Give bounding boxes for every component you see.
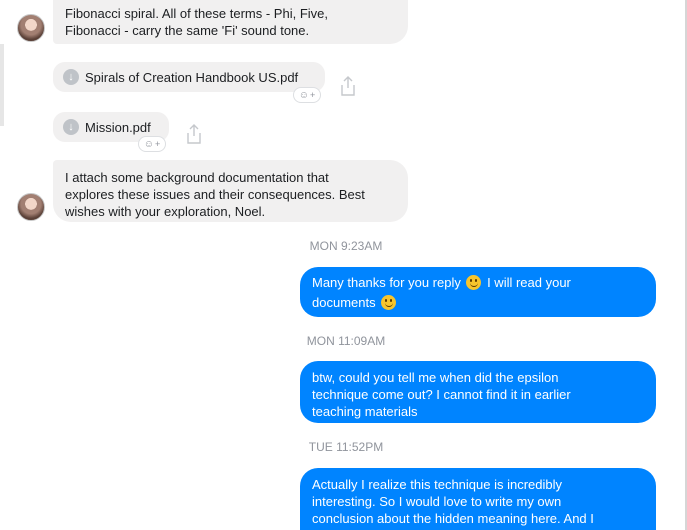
message-line: wishes with your exploration, Noel. — [65, 204, 266, 219]
message-line: Actually I realize this technique is inc… — [312, 477, 563, 492]
panel-edge — [0, 44, 4, 126]
message-line: explores these issues and their conseque… — [65, 187, 365, 202]
message-line: conclusion about the hidden meaning here… — [312, 511, 594, 526]
message-text: I will read your — [483, 275, 571, 290]
message-timestamp: MON 9:23AM — [309, 239, 383, 253]
download-arrow-icon[interactable]: ↓ — [63, 119, 79, 135]
download-arrow-icon[interactable]: ↓ — [63, 69, 79, 85]
message-line: I attach some background documentation t… — [65, 170, 329, 185]
outgoing-message: Many thanks for you reply I will read yo… — [300, 267, 656, 317]
message-timestamp: MON 11:09AM — [306, 334, 386, 348]
message-line: technique come out? I cannot find it in … — [312, 387, 571, 402]
contact-avatar[interactable] — [17, 193, 45, 221]
message-line: Many thanks for you reply I will read yo… — [312, 274, 644, 292]
message-line: documents — [312, 294, 644, 312]
outgoing-message: Actually I realize this technique is inc… — [300, 468, 656, 530]
outgoing-message: btw, could you tell me when did the epsi… — [300, 361, 656, 423]
file-name: Mission.pdf — [85, 119, 151, 135]
message-line: btw, could you tell me when did the epsi… — [312, 370, 559, 385]
message-line: teaching materials — [312, 404, 418, 419]
add-reaction-icon[interactable]: ☺ + — [138, 136, 166, 152]
add-reaction-icon[interactable]: ☺ + — [293, 87, 321, 103]
message-line: Fibonacci spiral. All of these terms - P… — [65, 6, 328, 21]
incoming-message: I attach some background documentation t… — [53, 160, 408, 222]
incoming-message: Fibonacci spiral. All of these terms - P… — [53, 0, 408, 44]
share-icon[interactable] — [338, 75, 358, 97]
share-icon[interactable] — [184, 123, 204, 145]
smiley-emoji-icon — [466, 275, 482, 290]
contact-avatar[interactable] — [17, 14, 45, 42]
smiley-emoji-icon — [381, 295, 397, 310]
message-line: interesting. So I would love to write my… — [312, 494, 562, 509]
message-timestamp: TUE 11:52PM — [308, 440, 384, 454]
message-text: documents — [312, 295, 380, 310]
message-line: Fibonacci - carry the same 'Fi' sound to… — [65, 23, 310, 38]
file-attachment[interactable]: ↓ Spirals of Creation Handbook US.pdf — [53, 62, 325, 92]
file-name: Spirals of Creation Handbook US.pdf — [85, 69, 299, 85]
message-text: Many thanks for you reply — [312, 275, 465, 290]
